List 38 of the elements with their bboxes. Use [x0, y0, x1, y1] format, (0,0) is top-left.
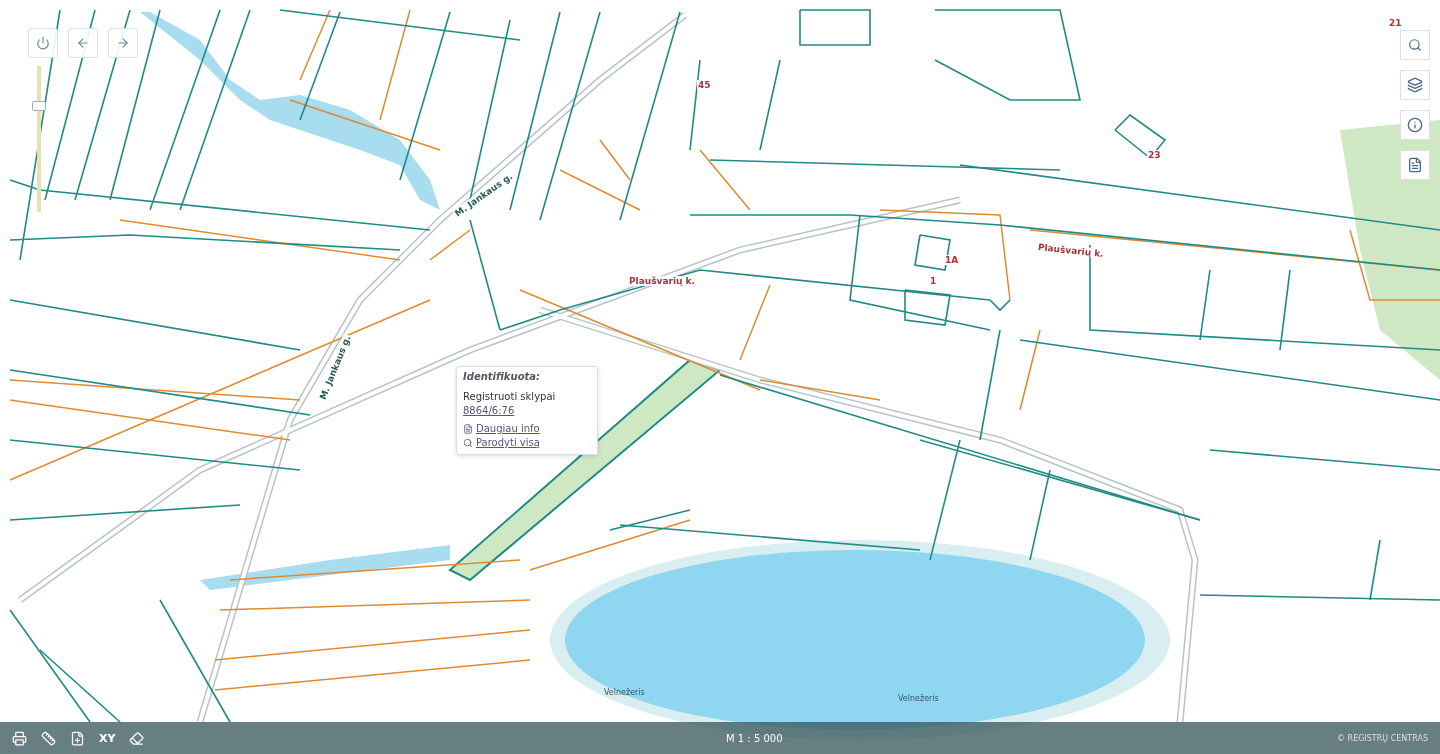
copyright-text: © REGISTRŲ CENTRAS [1337, 733, 1428, 743]
document-icon [1407, 157, 1423, 173]
village-label: Plaušvarių k. [628, 276, 696, 286]
ruler-icon [41, 730, 56, 746]
arrow-right-icon [116, 36, 130, 50]
layers-button[interactable] [1400, 70, 1430, 100]
file-add-button[interactable] [70, 730, 85, 746]
eraser-button[interactable] [129, 730, 145, 746]
lake-label: Velnežeris [603, 688, 646, 697]
layers-icon [1407, 77, 1423, 93]
info-button[interactable] [1400, 110, 1430, 140]
parcel-number: 1 [929, 276, 938, 286]
ruler-button[interactable] [41, 730, 56, 746]
file-plus-icon [70, 730, 85, 746]
zoom-slider-thumb[interactable] [32, 100, 46, 111]
parcel-number: 1A [944, 255, 960, 265]
map-scale: M 1 : 5 000 [726, 732, 783, 744]
parcel-number: 23 [1147, 150, 1162, 160]
coordinates-button[interactable]: XY [99, 731, 116, 745]
eraser-icon [129, 730, 145, 746]
parcel-number: 21 [1388, 18, 1403, 28]
popup-title: Identifikuota: [463, 371, 542, 382]
search-button[interactable] [1400, 30, 1430, 60]
info-icon [1407, 117, 1423, 133]
parcel-number: 45 [697, 80, 712, 90]
print-button[interactable] [12, 730, 27, 746]
lake-label: Velnežeris [897, 694, 940, 703]
power-button[interactable] [28, 28, 58, 58]
power-icon [36, 36, 50, 50]
layer-name: Registruoti sklypai [463, 391, 557, 402]
show-all-link[interactable]: Parodyti visą [463, 437, 591, 448]
legend-button[interactable] [1400, 150, 1430, 180]
printer-icon [12, 730, 27, 746]
more-info-link[interactable]: Daugiau info [463, 423, 591, 434]
parcel-link[interactable]: 8864/6:76 [463, 405, 591, 416]
search-icon [1408, 38, 1422, 52]
search-icon [463, 437, 473, 448]
document-icon [463, 423, 473, 434]
